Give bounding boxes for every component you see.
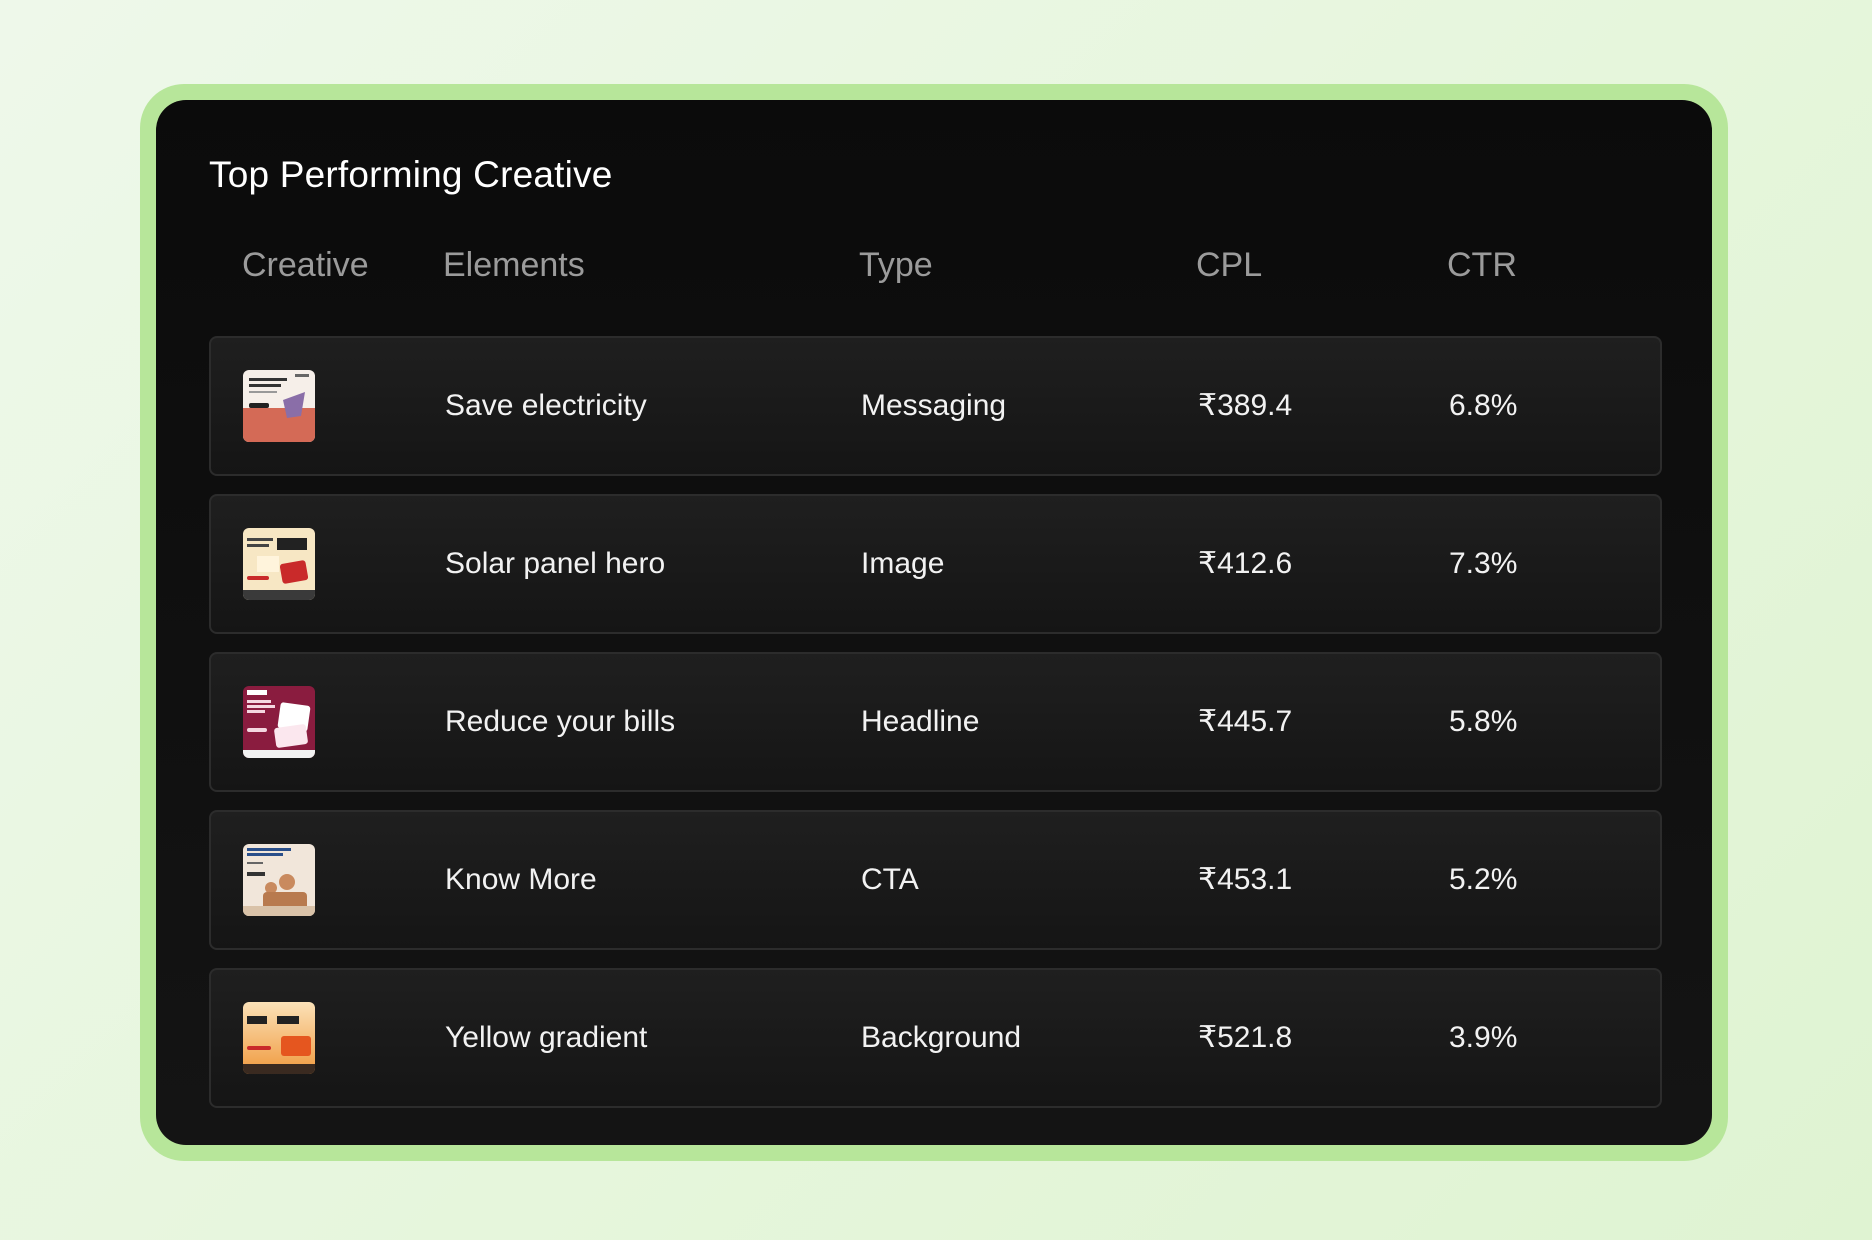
- creative-thumbnail-solar-panel-hero[interactable]: [243, 528, 315, 600]
- row-type: CTA: [861, 863, 919, 896]
- table-row[interactable]: Reduce your bills Headline ₹445.7 5.8%: [209, 652, 1662, 792]
- row-type: Headline: [861, 705, 980, 738]
- row-ctr: 6.8%: [1449, 389, 1518, 422]
- row-ctr: 5.2%: [1449, 863, 1518, 896]
- creative-thumbnail-yellow-gradient[interactable]: [243, 1002, 315, 1074]
- creative-thumbnail-reduce-your-bills[interactable]: [243, 686, 315, 758]
- row-cpl: ₹521.8: [1198, 1021, 1293, 1054]
- table-row[interactable]: Save electricity Messaging ₹389.4 6.8%: [209, 336, 1662, 476]
- row-cpl: ₹412.6: [1198, 547, 1293, 580]
- table-row[interactable]: Yellow gradient Background ₹521.8 3.9%: [209, 968, 1662, 1108]
- row-ctr: 5.8%: [1449, 705, 1518, 738]
- know-more-thumbnail-image: [243, 844, 315, 916]
- top-performing-creative-card: Top Performing Creative Creative Element…: [156, 100, 1712, 1145]
- row-element: Yellow gradient: [445, 1021, 648, 1054]
- table-header: Creative Elements Type CPL CTR: [209, 234, 1662, 294]
- reduce-your-bills-thumbnail-image: [243, 686, 315, 758]
- column-header-creative[interactable]: Creative: [242, 246, 369, 285]
- table-body: Save electricity Messaging ₹389.4 6.8% S…: [209, 336, 1662, 1126]
- card-frame: Top Performing Creative Creative Element…: [140, 84, 1728, 1161]
- creative-thumbnail-know-more[interactable]: [243, 844, 315, 916]
- row-type: Messaging: [861, 389, 1007, 422]
- row-element: Reduce your bills: [445, 705, 676, 738]
- row-cpl: ₹389.4: [1198, 389, 1293, 422]
- table-row[interactable]: Know More CTA ₹453.1 5.2%: [209, 810, 1662, 950]
- column-header-elements[interactable]: Elements: [443, 246, 585, 285]
- row-element: Solar panel hero: [445, 547, 666, 580]
- row-ctr: 7.3%: [1449, 547, 1518, 580]
- row-cpl: ₹445.7: [1198, 705, 1293, 738]
- table-row[interactable]: Solar panel hero Image ₹412.6 7.3%: [209, 494, 1662, 634]
- row-ctr: 3.9%: [1449, 1021, 1518, 1054]
- yellow-gradient-thumbnail-image: [243, 1002, 315, 1074]
- row-type: Background: [861, 1021, 1022, 1054]
- card-title: Top Performing Creative: [209, 154, 613, 195]
- row-type: Image: [861, 547, 945, 580]
- column-header-cpl[interactable]: CPL: [1196, 246, 1262, 285]
- creative-thumbnail-save-electricity[interactable]: [243, 370, 315, 442]
- save-electricity-thumbnail-image: [243, 370, 315, 442]
- row-element: Save electricity: [445, 389, 647, 422]
- column-header-ctr[interactable]: CTR: [1447, 246, 1517, 285]
- row-element: Know More: [445, 863, 597, 896]
- column-header-type[interactable]: Type: [859, 246, 933, 285]
- row-cpl: ₹453.1: [1198, 863, 1293, 896]
- solar-panel-hero-thumbnail-image: [243, 528, 315, 600]
